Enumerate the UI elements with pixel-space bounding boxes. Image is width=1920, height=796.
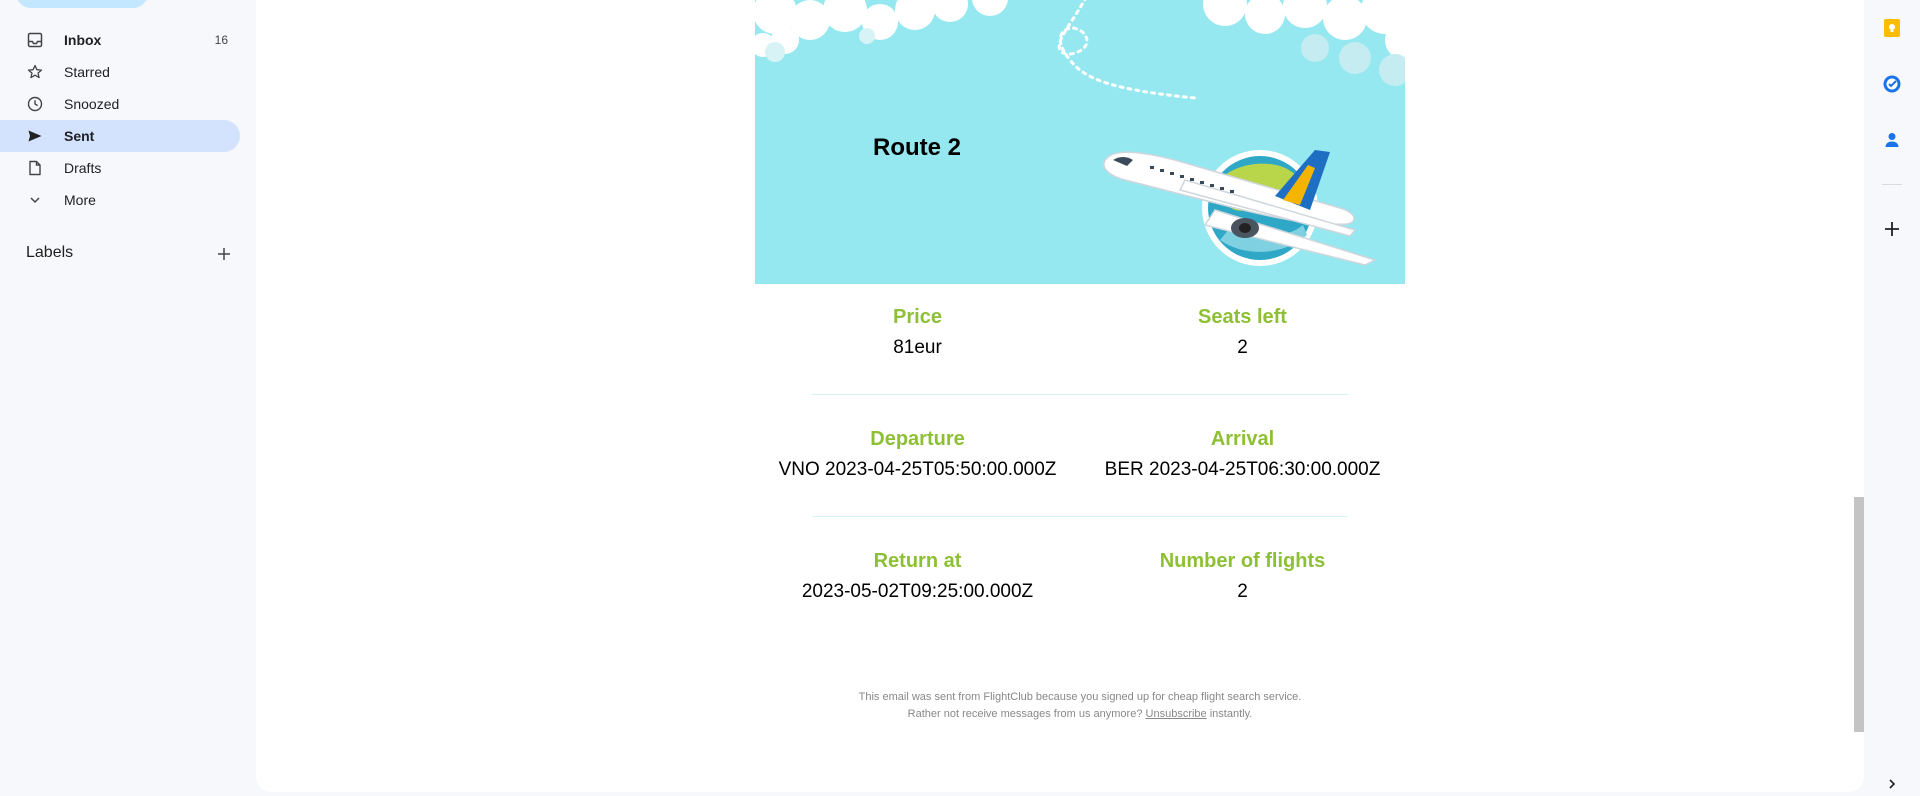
sidebar-item-snoozed[interactable]: Snoozed xyxy=(0,88,240,120)
divider xyxy=(812,394,1348,395)
star-icon xyxy=(26,63,44,81)
message-view: Route 2 Price 81eur Seats left 2 Departu… xyxy=(256,0,1864,792)
side-panel-divider xyxy=(1882,184,1902,185)
departure-field: Departure VNO 2023-04-25T05:50:00.000Z xyxy=(755,428,1080,481)
unread-count: 16 xyxy=(214,33,228,47)
contacts-icon[interactable] xyxy=(1880,128,1904,152)
return-value: 2023-05-02T09:25:00.000Z xyxy=(801,581,1034,602)
sidebar-item-label: Starred xyxy=(64,64,110,80)
price-value: 81eur xyxy=(893,337,942,358)
route-banner: Route 2 xyxy=(755,0,1405,284)
inbox-icon xyxy=(26,31,44,49)
flights-label: Number of flights xyxy=(1159,550,1326,572)
unsubscribe-link[interactable]: Unsubscribe xyxy=(1146,708,1207,720)
sidebar-item-sent[interactable]: Sent xyxy=(0,120,240,152)
seats-value: 2 xyxy=(1237,337,1248,358)
route-title: Route 2 xyxy=(873,134,962,161)
sidebar-item-inbox[interactable]: Inbox 16 xyxy=(0,24,240,56)
scrollbar-thumb[interactable] xyxy=(1854,497,1864,732)
sidebar-item-drafts[interactable]: Drafts xyxy=(0,152,240,184)
footer-line-2: Rather not receive messages from us anym… xyxy=(755,706,1405,723)
sidebar-item-label: Snoozed xyxy=(64,96,120,112)
send-icon xyxy=(26,127,44,145)
departure-label: Departure xyxy=(870,428,965,450)
price-field: Price 81eur xyxy=(755,306,1080,359)
arrival-value: BER 2023-04-25T06:30:00.000Z xyxy=(1104,459,1381,480)
add-label-button[interactable] xyxy=(214,244,234,264)
sidebar-item-label: Sent xyxy=(64,128,95,144)
plus-icon xyxy=(218,248,230,260)
arrival-field: Arrival BER 2023-04-25T06:30:00.000Z xyxy=(1080,428,1405,481)
draft-icon xyxy=(26,159,44,177)
return-field: Return at 2023-05-02T09:25:00.000Z xyxy=(755,550,1080,603)
flights-field: Number of flights 2 xyxy=(1080,550,1405,603)
seats-label: Seats left xyxy=(1198,306,1287,328)
sidebar-item-label: Drafts xyxy=(64,160,102,176)
seats-field: Seats left 2 xyxy=(1080,306,1405,359)
clouds-illustration xyxy=(755,0,1405,266)
sidebar-item-label: Inbox xyxy=(64,32,102,48)
labels-header: Labels xyxy=(26,244,236,264)
divider xyxy=(812,516,1348,517)
side-panel xyxy=(1864,0,1920,792)
labels-title: Labels xyxy=(26,244,74,261)
clock-icon xyxy=(26,95,44,113)
sidebar: Inbox 16 Starred Snoozed Sent Drafts Mor… xyxy=(0,0,256,792)
price-label: Price xyxy=(893,306,942,328)
footer-line-1: This email was sent from FlightClub beca… xyxy=(858,691,1302,703)
sidebar-item-label: More xyxy=(64,192,96,208)
chevron-down-icon xyxy=(26,191,44,209)
flights-value: 2 xyxy=(1237,581,1248,602)
departure-value: VNO 2023-04-25T05:50:00.000Z xyxy=(778,459,1057,480)
add-icon[interactable] xyxy=(1880,217,1904,241)
email-footer: This email was sent from FlightClub beca… xyxy=(755,689,1405,723)
arrival-label: Arrival xyxy=(1210,428,1275,450)
sidebar-item-more[interactable]: More xyxy=(0,184,240,216)
sidebar-item-starred[interactable]: Starred xyxy=(0,56,240,88)
chevron-right-icon[interactable] xyxy=(1880,772,1904,796)
footer-suffix: instantly. xyxy=(1209,708,1253,720)
keep-icon[interactable] xyxy=(1880,16,1904,40)
footer-prefix: Rather not receive messages from us anym… xyxy=(907,708,1143,720)
tasks-icon[interactable] xyxy=(1880,72,1904,96)
return-label: Return at xyxy=(873,550,962,572)
